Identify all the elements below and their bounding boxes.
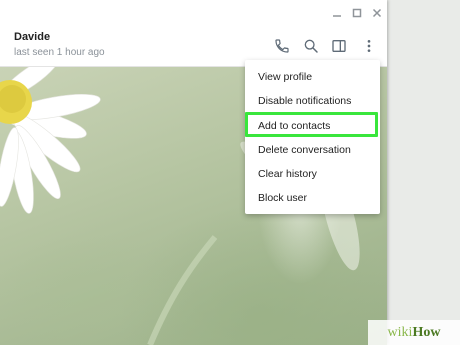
watermark-wiki: wiki xyxy=(387,324,413,340)
menu-item-delete-conversation[interactable]: Delete conversation xyxy=(258,144,351,156)
highlight-box xyxy=(245,112,378,137)
menu-item-block-user[interactable]: Block user xyxy=(258,192,307,204)
close-icon xyxy=(372,8,382,18)
minimize-button[interactable] xyxy=(330,6,344,20)
menu-item-clear-history[interactable]: Clear history xyxy=(258,168,317,180)
minimize-icon xyxy=(333,15,341,17)
search-icon xyxy=(304,39,318,53)
call-button[interactable] xyxy=(273,37,291,55)
title-bar xyxy=(0,0,387,26)
sidebar-toggle-icon xyxy=(332,40,346,52)
sidebar-toggle-button[interactable] xyxy=(330,37,348,55)
more-options-button[interactable] xyxy=(360,37,378,55)
last-seen-status: last seen 1 hour ago xyxy=(14,47,105,58)
maximize-button[interactable] xyxy=(350,6,364,20)
menu-item-disable-notifications[interactable]: Disable notifications xyxy=(258,95,351,107)
watermark-how: How xyxy=(412,324,441,340)
maximize-icon xyxy=(352,8,362,18)
phone-icon xyxy=(275,39,289,53)
menu-item-view-profile[interactable]: View profile xyxy=(258,71,312,83)
close-button[interactable] xyxy=(370,6,384,20)
contact-name[interactable]: Davide xyxy=(14,31,50,43)
more-vertical-icon xyxy=(367,40,371,52)
chat-options-menu: View profile Disable notifications Add t… xyxy=(245,60,380,214)
wikihow-watermark: wiki How xyxy=(368,320,460,345)
search-button[interactable] xyxy=(302,37,320,55)
